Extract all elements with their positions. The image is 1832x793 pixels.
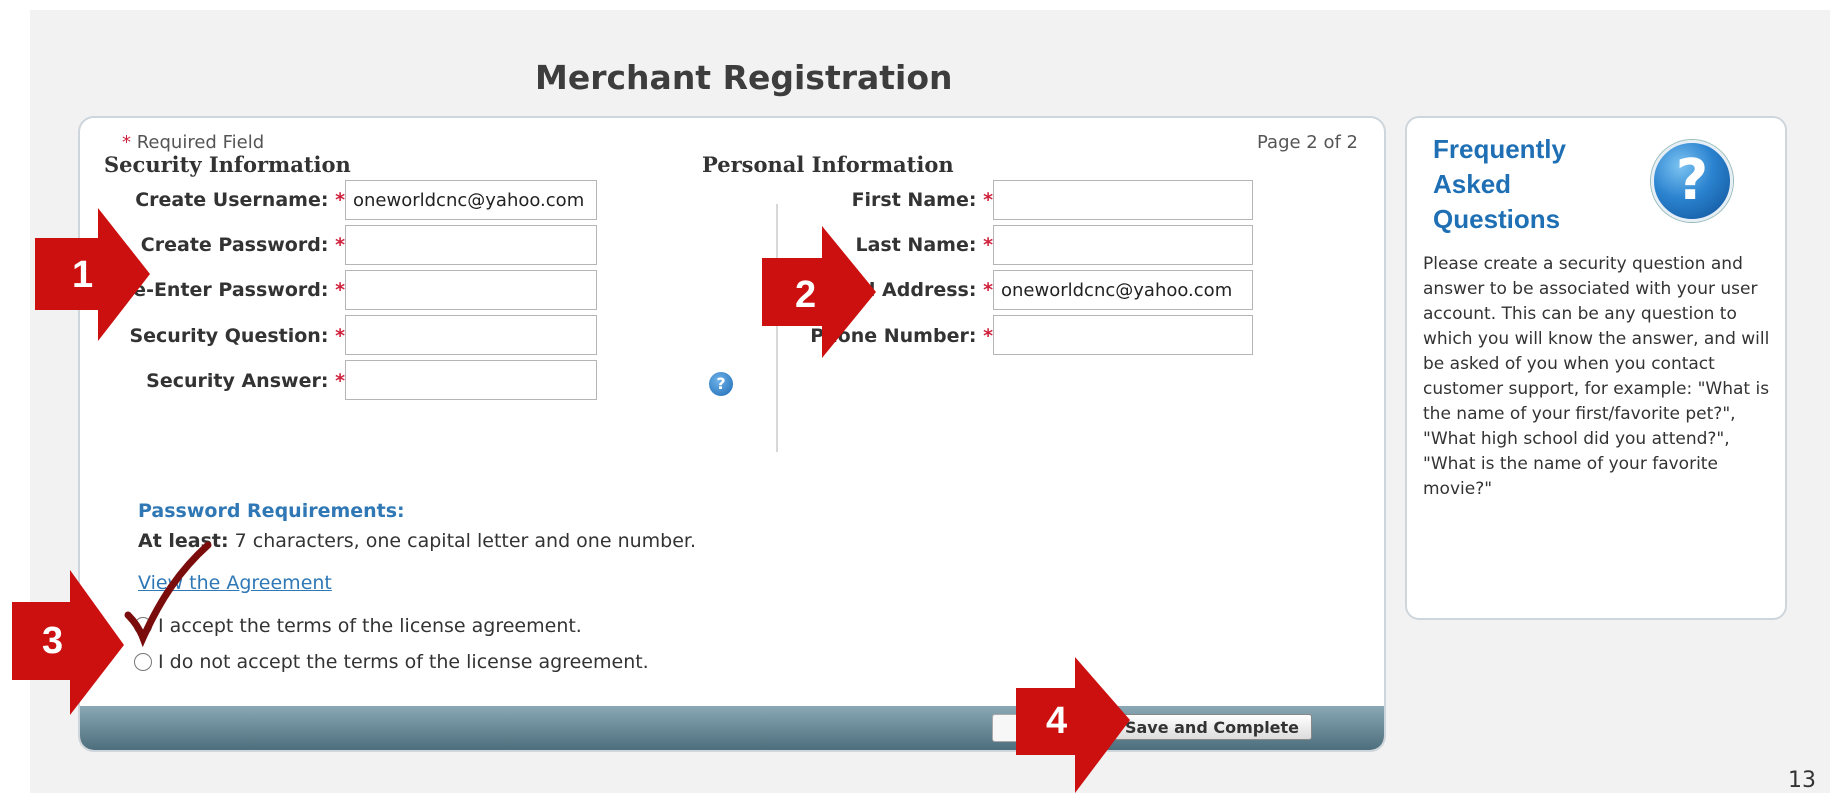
slide-page-number: 13 <box>1788 768 1816 793</box>
annotation-number-2: 2 <box>795 274 817 316</box>
annotation-arrow-2 <box>762 226 876 358</box>
annotation-layer <box>12 208 1130 793</box>
annotation-arrow-4 <box>1016 657 1130 793</box>
annotation-number-1: 1 <box>72 254 94 296</box>
annotation-arrow-3 <box>12 570 124 715</box>
annotation-number-3: 3 <box>42 620 64 662</box>
check-mark-icon <box>124 541 212 648</box>
annotation-number-4: 4 <box>1046 700 1068 742</box>
